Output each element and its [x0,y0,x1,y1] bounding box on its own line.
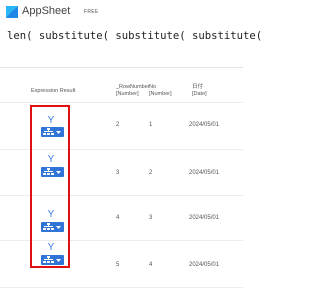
column-header-row-number-label: _RowNumber [Number] [116,84,150,97]
column-header-date: 日付 [Date] [192,84,207,98]
plan-badge: FREE [84,9,99,15]
highlight-annotation-box [30,105,70,268]
date-cell: 2024/05/01 [189,122,220,128]
column-header-date-label: 日付 [Date] [192,84,207,97]
date-cell: 2024/05/01 [189,215,220,221]
expression-formula[interactable]: len( substitute( substitute( substitute( [7,30,262,42]
row-divider [0,287,243,288]
column-header-expression-result: Expression Result [31,88,76,94]
row-number-cell: 5 [116,262,120,268]
no-cell: 3 [149,215,153,221]
row-number-cell: 2 [116,122,120,128]
header-divider [0,102,243,103]
column-header-no-label: No [Number] [149,84,172,97]
app-header: AppSheet FREE [0,0,243,24]
no-cell: 2 [149,170,153,176]
no-cell: 4 [149,262,153,268]
row-number-cell: 4 [116,215,120,221]
no-cell: 1 [149,122,153,128]
column-header-row-number: _RowNumber [Number] [116,84,150,98]
app-name: AppSheet [22,5,71,17]
date-cell: 2024/05/01 [189,170,220,176]
column-header-no: No [Number] [149,84,172,98]
appsheet-logo-icon [6,6,18,18]
date-cell: 2024/05/01 [189,262,220,268]
divider [0,67,243,68]
row-number-cell: 3 [116,170,120,176]
